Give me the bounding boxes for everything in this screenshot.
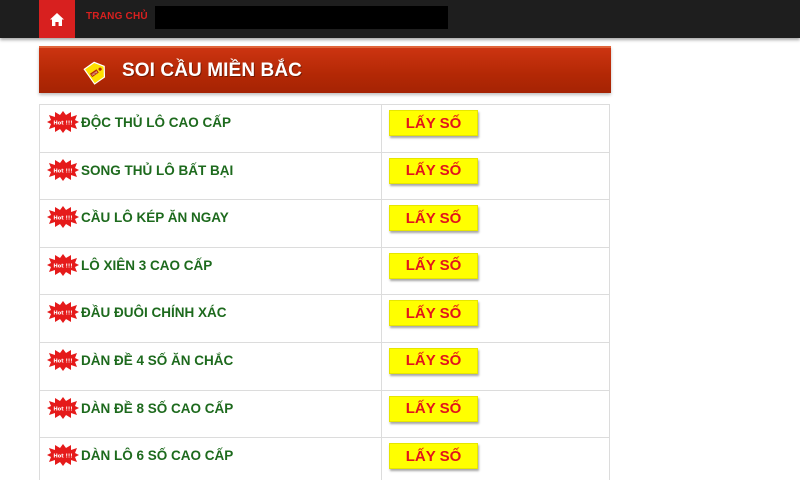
svg-text:Hot !!!: Hot !!!	[53, 311, 72, 317]
top-navigation-bar: TRANG CHỦ	[0, 0, 800, 38]
get-number-button[interactable]: LẤY SỐ	[389, 252, 478, 279]
list-item-label[interactable]: DÀN ĐỀ 8 SỐ CAO CẤP	[81, 401, 233, 416]
list-item: Hot !!! DÀN LÔ 6 SỐ CAO CẤP LẤY SỐ	[40, 437, 609, 480]
list-item-label[interactable]: ĐẦU ĐUÔI CHÍNH XÁC	[81, 305, 227, 320]
list-item: Hot !!! DÀN ĐỀ 4 SỐ ĂN CHẮC LẤY SỐ	[40, 341, 609, 390]
svg-text:Hot !!!: Hot !!!	[53, 263, 72, 269]
get-number-button[interactable]: LẤY SỐ	[389, 300, 478, 327]
list-item-label-cell: Hot !!! CẦU LÔ KÉP ĂN NGAY	[40, 200, 382, 247]
list-item: Hot !!! LÔ XIÊN 3 CAO CẤP LẤY SỐ	[40, 246, 609, 295]
svg-text:Hot !!!: Hot !!!	[53, 121, 72, 127]
get-number-button[interactable]: LẤY SỐ	[389, 157, 478, 184]
home-icon	[50, 12, 64, 26]
list-item-label[interactable]: DÀN ĐỀ 4 SỐ ĂN CHẮC	[81, 353, 233, 368]
hot-badge-icon: Hot !!!	[47, 206, 79, 233]
list-item-label-cell: Hot !!! ĐỘC THỦ LÔ CAO CẤP	[40, 105, 382, 152]
list-item: Hot !!! DÀN ĐỀ 8 SỐ CAO CẤP LẤY SỐ	[40, 389, 609, 438]
list-item-label-cell: Hot !!! ĐẦU ĐUÔI CHÍNH XÁC	[40, 295, 382, 342]
section-header: new SOI CẦU MIỀN BẮC	[39, 46, 611, 93]
home-button[interactable]	[39, 0, 75, 38]
list-item-label-cell: Hot !!! SONG THỦ LÔ BẤT BẠI	[40, 152, 382, 200]
list-item: Hot !!! ĐỘC THỦ LÔ CAO CẤP LẤY SỐ	[40, 104, 609, 152]
hot-badge-icon: Hot !!!	[47, 158, 79, 186]
hot-badge-icon: Hot !!!	[47, 396, 79, 424]
hot-badge-icon: Hot !!!	[47, 348, 79, 376]
svg-text:Hot !!!: Hot !!!	[53, 454, 72, 460]
list-item: Hot !!! SONG THỦ LÔ BẤT BẠI LẤY SỐ	[40, 151, 609, 200]
get-number-button[interactable]: LẤY SỐ	[389, 347, 478, 374]
get-number-button[interactable]: LẤY SỐ	[389, 395, 478, 422]
list-item-label-cell: Hot !!! DÀN ĐỀ 4 SỐ ĂN CHẮC	[40, 342, 382, 390]
get-number-button[interactable]: LẤY SỐ	[389, 443, 478, 470]
list-item-label[interactable]: DÀN LÔ 6 SỐ CAO CẤP	[81, 448, 233, 463]
list-item-label-cell: Hot !!! DÀN ĐỀ 8 SỐ CAO CẤP	[40, 390, 382, 438]
list-item-label-cell: Hot !!! LÔ XIÊN 3 CAO CẤP	[40, 247, 382, 295]
get-number-button[interactable]: LẤY SỐ	[389, 205, 478, 232]
svg-text:Hot !!!: Hot !!!	[53, 216, 72, 222]
hot-badge-icon: Hot !!!	[47, 444, 79, 471]
list-item-label[interactable]: SONG THỦ LÔ BẤT BẠI	[81, 163, 233, 178]
hot-badge-icon: Hot !!!	[47, 253, 79, 281]
list-item-label-cell: Hot !!! DÀN LÔ 6 SỐ CAO CẤP	[40, 438, 382, 480]
svg-text:Hot !!!: Hot !!!	[53, 406, 72, 412]
get-number-button[interactable]: LẤY SỐ	[389, 110, 478, 136]
svg-text:Hot !!!: Hot !!!	[53, 358, 72, 364]
list-item-label[interactable]: LÔ XIÊN 3 CAO CẤP	[81, 258, 212, 273]
list-item: Hot !!! CẦU LÔ KÉP ĂN NGAY LẤY SỐ	[40, 199, 609, 247]
list-item-label[interactable]: CẦU LÔ KÉP ĂN NGAY	[81, 210, 229, 225]
prediction-list: Hot !!! ĐỘC THỦ LÔ CAO CẤP LẤY SỐ Hot !!!…	[39, 104, 610, 480]
section-title: SOI CẦU MIỀN BẮC	[122, 60, 302, 81]
hot-badge-icon: Hot !!!	[47, 301, 79, 328]
nav-redacted-area	[155, 6, 448, 29]
list-item: Hot !!! ĐẦU ĐUÔI CHÍNH XÁC LẤY SỐ	[40, 294, 609, 342]
list-item-label[interactable]: ĐỘC THỦ LÔ CAO CẤP	[81, 115, 231, 130]
nav-link-home[interactable]: TRANG CHỦ	[86, 11, 148, 22]
news-tag-icon: new	[83, 61, 106, 85]
svg-text:Hot !!!: Hot !!!	[53, 168, 72, 174]
hot-badge-icon: Hot !!!	[47, 111, 79, 138]
